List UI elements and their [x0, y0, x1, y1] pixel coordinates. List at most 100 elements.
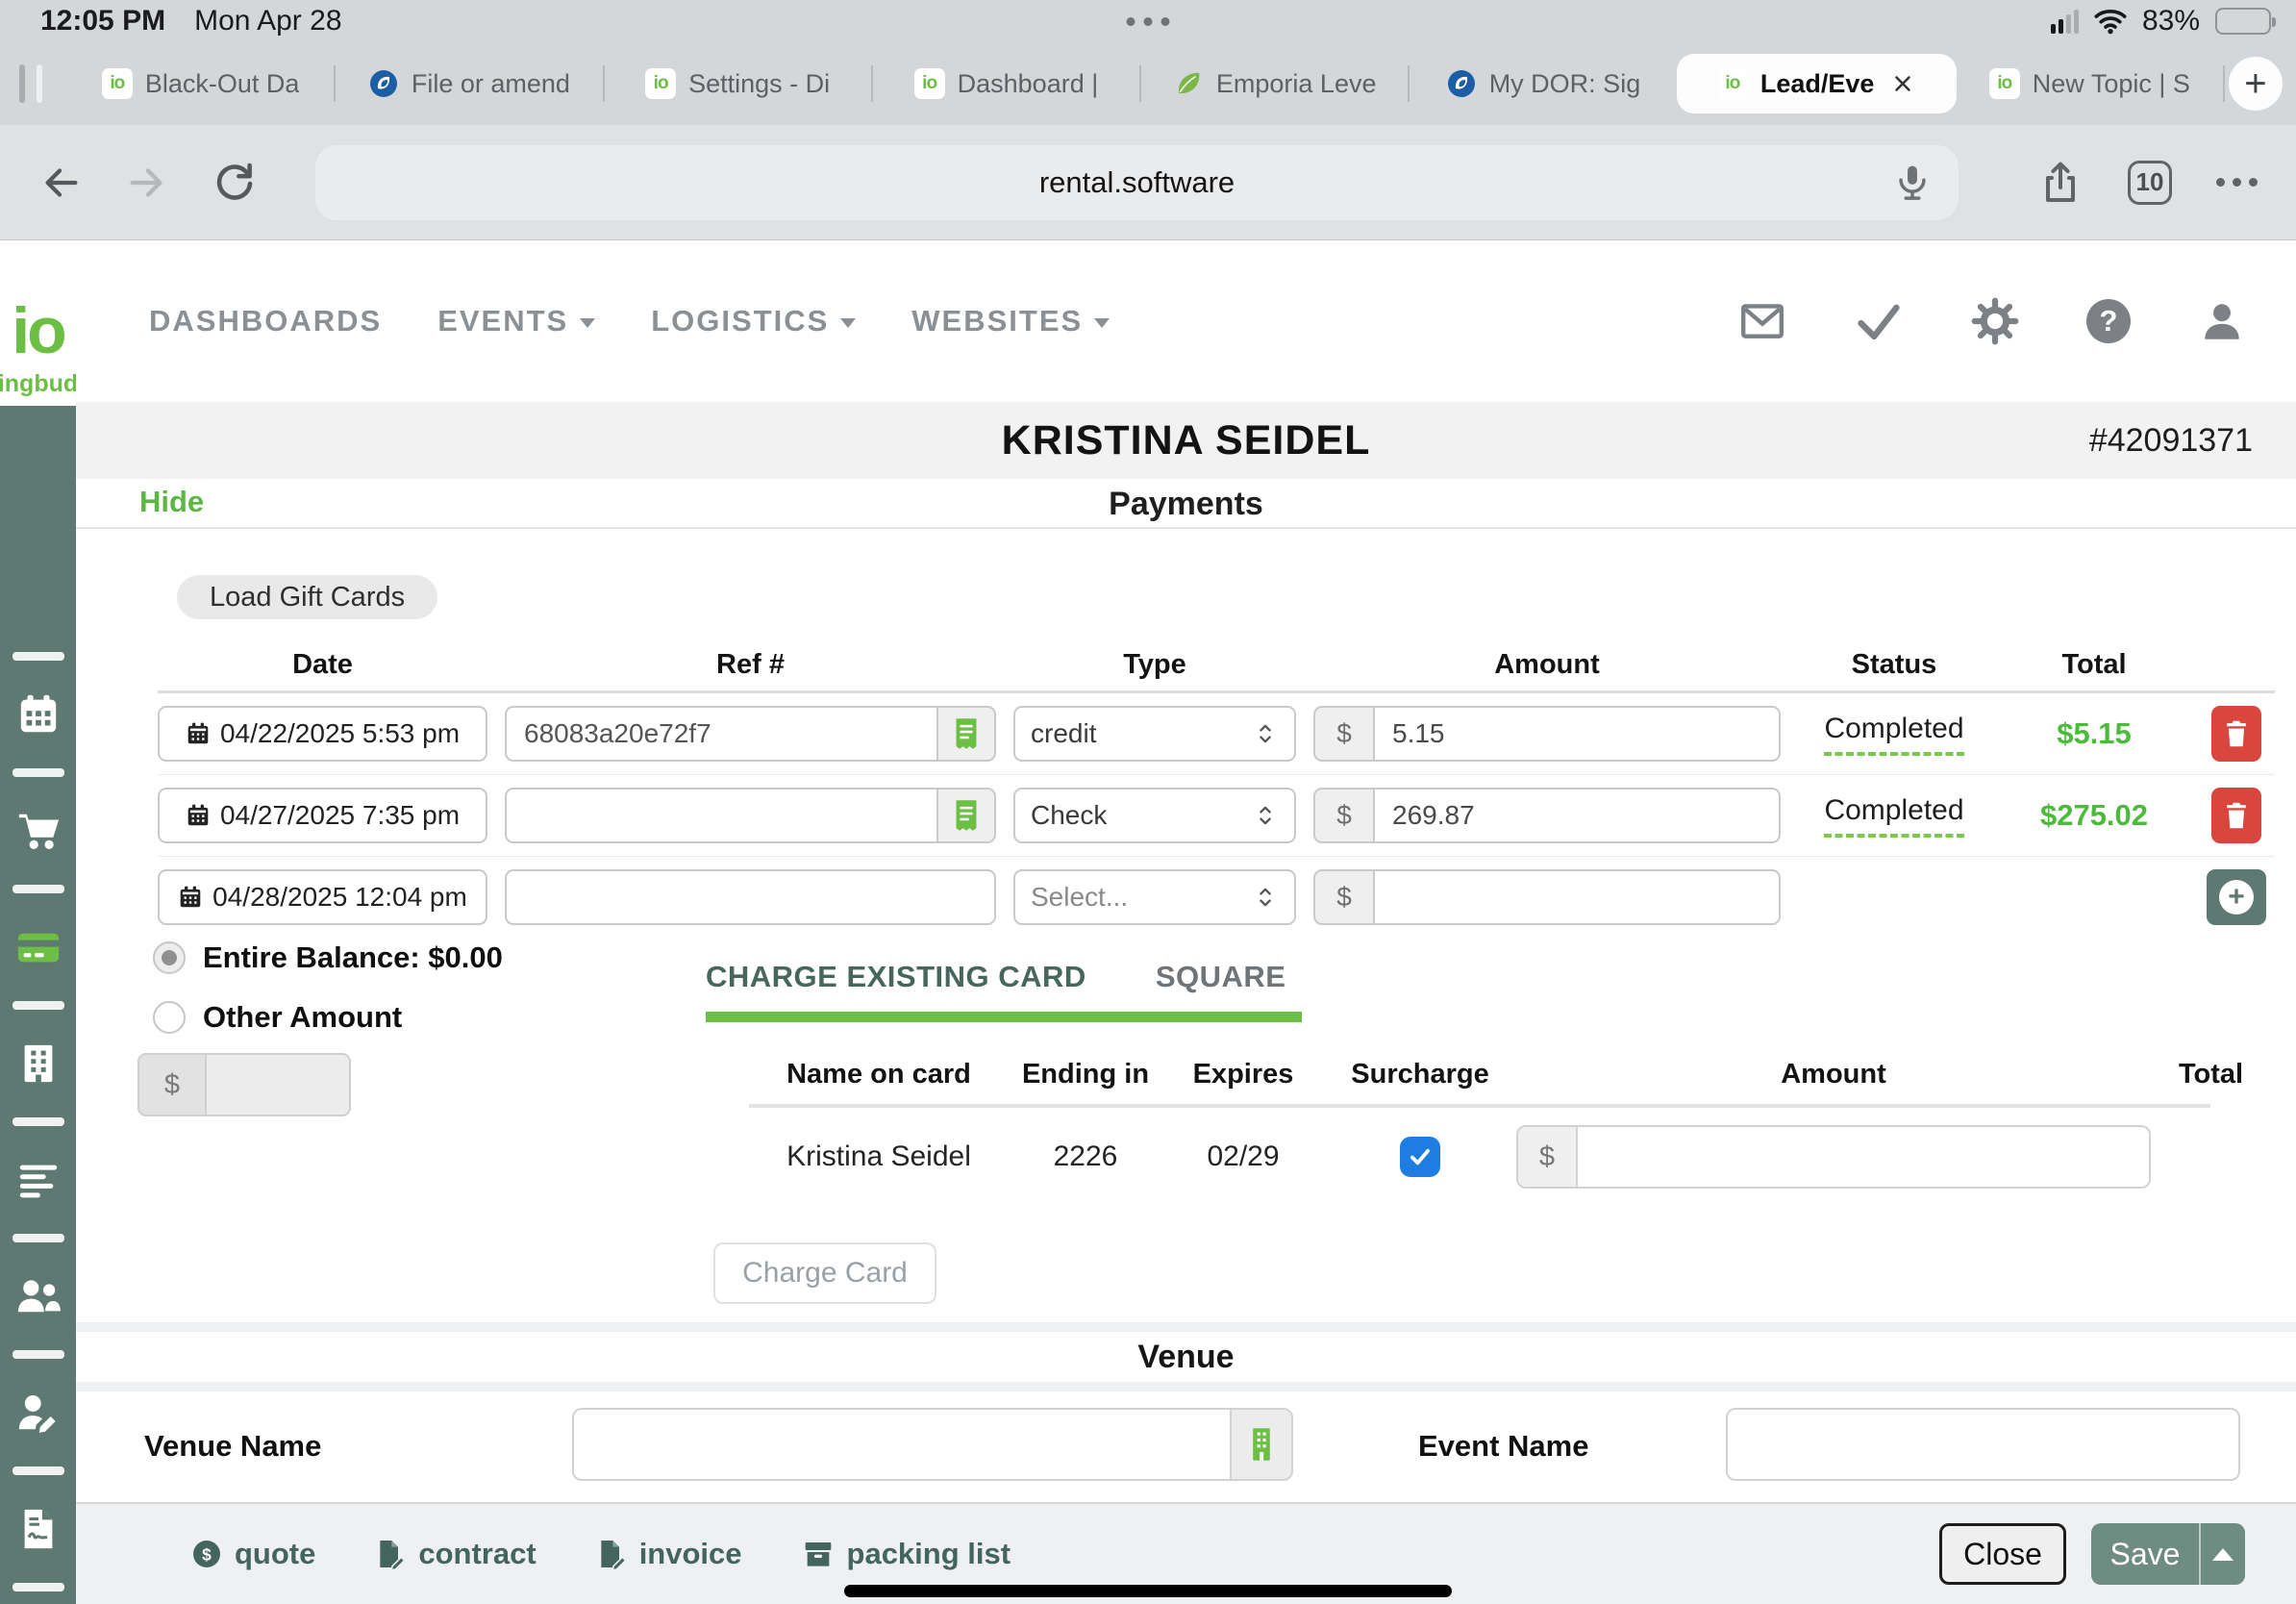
address-bar[interactable]: rental.software	[315, 145, 1959, 220]
other-amount-radio[interactable]: Other Amount	[153, 1000, 503, 1035]
amount-field: $	[1313, 706, 1781, 762]
io-favicon: io	[914, 68, 945, 99]
invoice-button[interactable]: invoice	[596, 1537, 742, 1571]
delete-payment-button[interactable]	[2211, 706, 2261, 762]
browser-tab-6[interactable]: My DOR: Sig	[1410, 54, 1676, 113]
receipt-icon	[953, 717, 980, 750]
calendar-icon[interactable]	[16, 692, 61, 737]
venue-name-input[interactable]	[572, 1408, 1230, 1481]
new-tab-button[interactable]: +	[2225, 57, 2286, 111]
charge-amount-input[interactable]	[1578, 1127, 2149, 1187]
sidebar-divider	[12, 652, 64, 661]
status-cell[interactable]: Completed	[1798, 794, 1990, 838]
other-amount-field: $	[137, 1053, 351, 1116]
divider	[749, 1104, 2210, 1108]
leaf-favicon	[1173, 68, 1204, 99]
tab-charge-existing-card[interactable]: CHARGE EXISTING CARD	[706, 960, 1086, 994]
account-icon[interactable]	[2198, 297, 2246, 345]
type-select[interactable]: Select...	[1013, 869, 1296, 925]
browser-tab-4[interactable]: io Dashboard |	[873, 54, 1139, 113]
nav-events[interactable]: EVENTS	[437, 304, 595, 338]
date-field[interactable]: 04/27/2025 7:35 pm	[158, 788, 487, 843]
home-indicator[interactable]	[844, 1585, 1452, 1597]
browser-toolbar: rental.software 10	[0, 125, 2296, 240]
close-button[interactable]: Close	[1939, 1523, 2066, 1585]
card-table-header: Name on card Ending in Expires Surcharge…	[706, 1059, 2244, 1090]
status-bar: 12:05 PM Mon Apr 28 83%	[0, 0, 2296, 42]
calendar-icon	[178, 885, 203, 910]
nav-websites[interactable]: WEBSITES	[911, 304, 1110, 338]
close-tab-icon[interactable]	[1890, 71, 1915, 96]
amount-input[interactable]	[1373, 788, 1781, 843]
charge-card-button[interactable]: Charge Card	[713, 1242, 936, 1304]
charge-amount-field: $	[1516, 1125, 2151, 1189]
receipt-button[interactable]	[936, 788, 996, 843]
browser-tab-active[interactable]: io Lead/Eve	[1677, 54, 1957, 113]
card-ending: 2226	[1009, 1140, 1162, 1173]
delete-payment-button[interactable]	[2211, 788, 2261, 843]
amount-field: $	[1313, 869, 1781, 925]
calendar-icon	[186, 721, 211, 746]
nav-dashboards[interactable]: DASHBOARDS	[149, 304, 382, 338]
new-payment-row: 04/28/2025 12:04 pm Select... $ +	[158, 857, 2275, 938]
venue-name-field	[572, 1408, 1293, 1481]
app-logo[interactable]: io ingbud	[0, 240, 76, 406]
browser-tab-3[interactable]: io Settings - Di	[605, 54, 871, 113]
load-gift-cards-button[interactable]: Load Gift Cards	[177, 575, 437, 619]
entire-balance-radio[interactable]: Entire Balance: $0.00	[153, 940, 503, 975]
venue-lookup-button[interactable]	[1230, 1408, 1293, 1481]
tabs-icon[interactable]: 10	[2128, 161, 2172, 205]
share-icon[interactable]	[2037, 160, 2084, 206]
save-options-button[interactable]	[2201, 1523, 2245, 1585]
dor-favicon	[368, 68, 399, 99]
help-icon[interactable]: ?	[2086, 299, 2131, 343]
add-payment-button[interactable]: +	[2207, 869, 2266, 925]
amount-input[interactable]	[1373, 869, 1781, 925]
browser-tab-5[interactable]: Emporia Leve	[1141, 54, 1408, 113]
user-edit-icon[interactable]	[16, 1391, 61, 1435]
gear-icon[interactable]	[1971, 297, 2019, 345]
microphone-icon[interactable]	[1891, 162, 1934, 204]
status-cell[interactable]: Completed	[1798, 713, 1990, 756]
type-select[interactable]: credit	[1013, 706, 1296, 762]
nav-logistics[interactable]: LOGISTICS	[651, 304, 856, 338]
date-field[interactable]: 04/28/2025 12:04 pm	[158, 869, 487, 925]
tab-overview-icon[interactable]	[10, 64, 67, 103]
packing-list-button[interactable]: packing list	[802, 1537, 1011, 1571]
venue-form: Venue Name Event Name	[76, 1406, 2296, 1492]
ref-input[interactable]	[505, 869, 996, 925]
contract-button[interactable]: contract	[375, 1537, 536, 1571]
trash-icon	[2223, 719, 2250, 748]
users-icon[interactable]	[16, 1274, 61, 1318]
ref-input[interactable]	[505, 788, 936, 843]
receipt-button[interactable]	[936, 706, 996, 762]
tab-square[interactable]: SQUARE	[1156, 960, 1286, 994]
check-icon[interactable]	[1854, 296, 1904, 346]
other-amount-input[interactable]	[207, 1055, 349, 1115]
file-signature-icon[interactable]	[16, 1507, 61, 1551]
save-button[interactable]: Save	[2091, 1523, 2245, 1585]
date-field[interactable]: 04/22/2025 5:53 pm	[158, 706, 487, 762]
ref-input[interactable]	[505, 706, 936, 762]
browser-tab-8[interactable]: io New Topic | S	[1957, 54, 2223, 113]
browser-tab-2[interactable]: File or amend	[336, 54, 602, 113]
surcharge-checkbox[interactable]	[1400, 1137, 1440, 1177]
type-select[interactable]: Check	[1013, 788, 1296, 843]
amount-input[interactable]	[1373, 706, 1781, 762]
more-icon[interactable]	[2216, 178, 2258, 187]
plus-icon: +	[2219, 880, 2254, 915]
quote-button[interactable]: $ quote	[191, 1537, 315, 1571]
building-icon[interactable]	[16, 1041, 61, 1086]
payments-title: Payments	[76, 486, 2296, 523]
browser-tab-1[interactable]: io Black-Out Da	[67, 54, 334, 113]
reload-icon[interactable]	[212, 160, 258, 206]
mail-icon[interactable]	[1738, 297, 1786, 345]
list-icon[interactable]	[16, 1158, 61, 1202]
payments-credit-card-icon[interactable]	[16, 925, 61, 969]
cart-icon[interactable]	[16, 809, 61, 853]
box-icon	[802, 1539, 835, 1569]
venue-name-label: Venue Name	[144, 1429, 321, 1464]
back-icon[interactable]	[38, 161, 83, 205]
event-name-input[interactable]	[1726, 1408, 2240, 1481]
forward-icon[interactable]	[125, 161, 169, 205]
